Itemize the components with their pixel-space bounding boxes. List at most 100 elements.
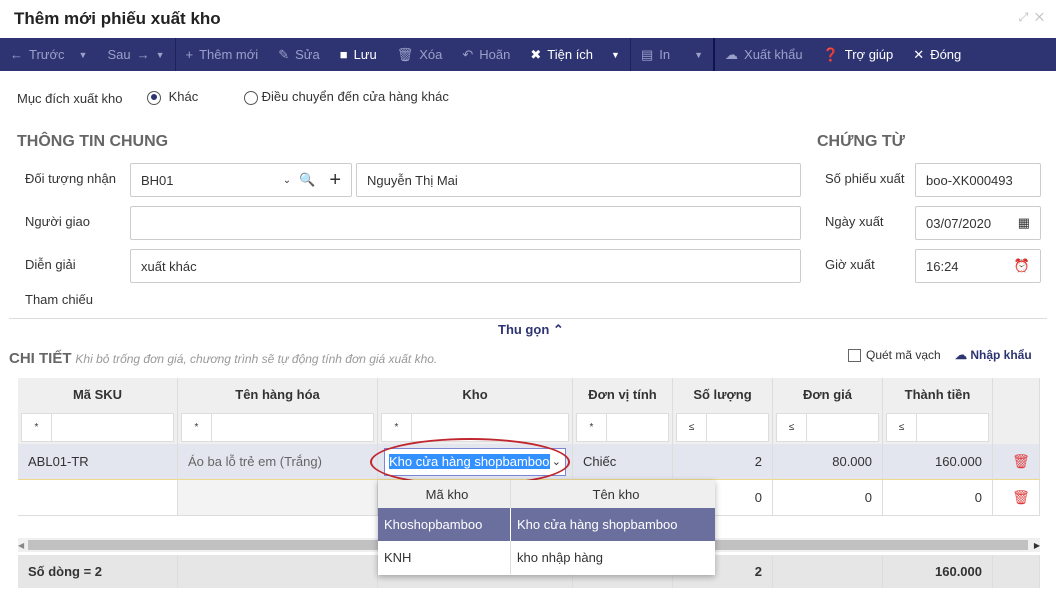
- ref-label: Tham chiếu: [25, 292, 93, 307]
- table-cell[interactable]: ABL01-TR: [18, 444, 178, 480]
- table-cell[interactable]: 0: [883, 480, 993, 516]
- recipient-code-combo[interactable]: BH01 ⌄ 🔍 +: [130, 163, 352, 197]
- table-cell[interactable]: 160.000: [883, 444, 993, 480]
- table-cell[interactable]: 0: [773, 480, 883, 516]
- footer-cell: 160.000: [883, 555, 993, 588]
- collapse-label: Thu gọn: [498, 322, 550, 337]
- help-icon: ❓: [822, 46, 839, 62]
- column-header[interactable]: Đơn giá: [773, 378, 883, 411]
- utility-button[interactable]: ✖ Tiện ích ▼: [520, 38, 630, 71]
- radio-checked-icon[interactable]: [147, 90, 161, 105]
- caret-down-icon[interactable]: ▼: [156, 50, 165, 60]
- filter-operator[interactable]: ≤: [777, 414, 807, 441]
- delete-button[interactable]: 🗑 Xóa: [387, 38, 453, 71]
- close-button[interactable]: ✕ Đóng: [903, 38, 971, 71]
- dialog-title: Thêm mới phiếu xuất kho: [14, 9, 221, 28]
- table-cell[interactable]: [178, 480, 378, 516]
- trash-icon[interactable]: 🗑: [1012, 453, 1030, 470]
- deliverer-label: Người giao: [25, 214, 90, 229]
- column-header[interactable]: Số lượng: [673, 378, 773, 411]
- caret-down-icon[interactable]: ▼: [79, 50, 88, 60]
- undo-button[interactable]: ↶ Hoãn: [452, 38, 520, 71]
- deliverer-field[interactable]: [130, 206, 801, 240]
- column-header[interactable]: Tên hàng hóa: [178, 378, 378, 411]
- date-field[interactable]: 03/07/2020 ▦: [915, 206, 1041, 240]
- alarm-clock-icon[interactable]: ⏰: [1014, 258, 1030, 274]
- filter-operator[interactable]: ≤: [677, 414, 707, 441]
- desc-field[interactable]: xuất khác: [130, 249, 801, 283]
- import-button[interactable]: ☁ Nhập khẩu: [955, 348, 1032, 362]
- expand-icon[interactable]: ⤢: [1019, 10, 1029, 24]
- edit-button[interactable]: ✎ Sửa: [268, 38, 330, 71]
- prev-button[interactable]: ← Trước ▼: [0, 38, 97, 71]
- next-label: Sau: [107, 47, 131, 62]
- row-action[interactable]: 🗑: [993, 480, 1040, 516]
- filter-operator[interactable]: *: [382, 414, 412, 441]
- filter-input[interactable]: *: [21, 413, 174, 442]
- filter-operator[interactable]: ≤: [887, 414, 917, 441]
- scroll-right-icon[interactable]: ▶: [1028, 541, 1040, 550]
- date-label: Ngày xuất: [825, 214, 884, 229]
- plus-icon: +: [185, 47, 194, 62]
- close-window-icon[interactable]: ✕: [1035, 10, 1044, 24]
- table-cell[interactable]: [18, 480, 178, 516]
- add-recipient-icon[interactable]: +: [329, 169, 341, 192]
- voucher-heading: CHỨNG TỪ: [817, 133, 905, 150]
- help-button[interactable]: ❓ Trợ giúp: [813, 38, 904, 71]
- filter-input[interactable]: ≤: [676, 413, 769, 442]
- search-list-icon[interactable]: 🔍: [299, 172, 315, 188]
- export-label: Xuất khẩu: [744, 47, 803, 62]
- column-header[interactable]: Đơn vị tính: [573, 378, 673, 411]
- checkbox-icon[interactable]: [848, 348, 861, 362]
- collapse-toggle[interactable]: Thu gọn ⌃: [490, 322, 572, 338]
- trash-icon[interactable]: 🗑: [1012, 489, 1030, 506]
- arrow-left-icon: ←: [10, 47, 23, 62]
- undo-icon: ↶: [462, 46, 474, 62]
- table-cell[interactable]: Áo ba lỗ trẻ em (Trắng): [178, 444, 378, 480]
- scan-barcode-checkbox[interactable]: Quét mã vạch: [848, 348, 941, 362]
- voucher-no-field[interactable]: boo-XK000493: [915, 163, 1041, 197]
- filter-operator[interactable]: *: [577, 414, 607, 441]
- save-button[interactable]: ■ Lưu: [330, 38, 387, 71]
- filter-input[interactable]: ≤: [886, 413, 989, 442]
- caret-down-icon[interactable]: ▼: [694, 50, 703, 60]
- radio-other-label: Khác: [168, 89, 199, 104]
- radio-unchecked-icon[interactable]: [244, 90, 258, 105]
- filter-operator[interactable]: *: [182, 414, 212, 441]
- window-controls[interactable]: ⤢ ✕: [1019, 10, 1044, 25]
- filter-operator[interactable]: *: [22, 414, 52, 441]
- row-action[interactable]: 🗑: [993, 444, 1040, 480]
- table-cell[interactable]: 80.000: [773, 444, 883, 480]
- chevron-down-icon[interactable]: ⌄: [283, 175, 291, 186]
- voucher-no-value: boo-XK000493: [926, 172, 1013, 188]
- scroll-left-icon[interactable]: ◀: [18, 541, 28, 550]
- filter-input[interactable]: *: [181, 413, 374, 442]
- filter-input[interactable]: ≤: [776, 413, 879, 442]
- radio-other[interactable]: Khác: [147, 89, 198, 105]
- dropdown-option[interactable]: KNH: [378, 541, 511, 574]
- dropdown-header: Tên kho: [511, 480, 715, 508]
- dropdown-option[interactable]: kho nhập hàng: [511, 541, 715, 574]
- next-button[interactable]: Sau → ▼: [97, 38, 174, 71]
- caret-down-icon[interactable]: ▼: [611, 50, 620, 60]
- toolbar: ← Trước ▼ Sau → ▼ + Thêm mới ✎ Sửa ■ Lưu 🗑 Xóa ↶…: [0, 38, 1056, 71]
- filter-input[interactable]: *: [576, 413, 669, 442]
- column-header[interactable]: Mã SKU: [18, 378, 178, 411]
- radio-transfer[interactable]: Điều chuyển đến cửa hàng khác: [244, 89, 449, 105]
- calendar-icon[interactable]: ▦: [1018, 215, 1030, 231]
- dropdown-option[interactable]: Kho cửa hàng shopbamboo: [511, 508, 715, 541]
- export-button[interactable]: ☁ Xuất khẩu: [715, 38, 813, 71]
- column-header[interactable]: Kho: [378, 378, 573, 411]
- table-cell[interactable]: Kho cửa hàng shopbamboo ⌄: [370, 438, 573, 486]
- recipient-name-value: Nguyễn Thị Mai: [367, 172, 458, 188]
- recipient-name-field[interactable]: Nguyễn Thị Mai: [356, 163, 801, 197]
- dropdown-option[interactable]: Khoshopbamboo: [378, 508, 511, 541]
- add-button[interactable]: + Thêm mới: [176, 38, 269, 71]
- table-cell[interactable]: 2: [673, 444, 773, 480]
- recipient-code-value: BH01: [141, 172, 174, 188]
- table-cell[interactable]: Chiếc: [573, 444, 673, 480]
- print-button[interactable]: ▤ In ▼: [631, 38, 713, 71]
- time-field[interactable]: 16:24 ⏰: [915, 249, 1041, 283]
- purpose-label: Mục đích xuất kho: [17, 91, 123, 106]
- column-header[interactable]: Thành tiền: [883, 378, 993, 411]
